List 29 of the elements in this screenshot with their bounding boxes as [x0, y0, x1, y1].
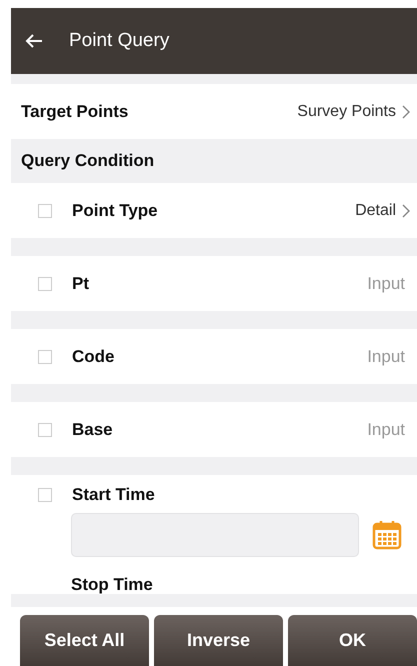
calendar-icon[interactable]: [371, 519, 403, 551]
checkbox[interactable]: [38, 422, 52, 436]
checkbox[interactable]: [38, 488, 52, 502]
row-label: Start Time: [72, 485, 156, 505]
action-button[interactable]: Select All: [20, 615, 149, 666]
row-value: Detail: [355, 202, 396, 220]
chevron-icon: [402, 104, 411, 118]
time-field[interactable]: [71, 513, 359, 557]
row-label: Stop Time: [71, 575, 154, 594]
condition-row[interactable]: Pt Input: [11, 256, 417, 311]
row-value: Survey Points: [297, 102, 396, 120]
checkbox[interactable]: [38, 350, 52, 364]
action-button[interactable]: OK: [288, 615, 417, 666]
condition-row[interactable]: Base Input: [11, 402, 417, 457]
row-label: Pt: [72, 274, 90, 294]
condition-row[interactable]: Code Input: [11, 329, 417, 384]
row-label: Point Type: [72, 200, 159, 220]
action-button[interactable]: Inverse: [154, 615, 283, 666]
target-points-row[interactable]: Target Points Survey Points: [11, 84, 417, 139]
chevron-icon: [402, 204, 411, 218]
condition-row[interactable]: Point Type Detail: [11, 183, 417, 238]
screen-title: Point Query: [69, 30, 170, 52]
checkbox[interactable]: [38, 276, 52, 290]
section-heading: Query Condition: [20, 150, 156, 172]
checkbox[interactable]: [38, 204, 52, 218]
row-label: Code: [72, 346, 116, 366]
row-label: Target Points: [21, 102, 130, 122]
row-label: Base: [72, 420, 114, 440]
back-arrow-icon[interactable]: [25, 33, 43, 49]
